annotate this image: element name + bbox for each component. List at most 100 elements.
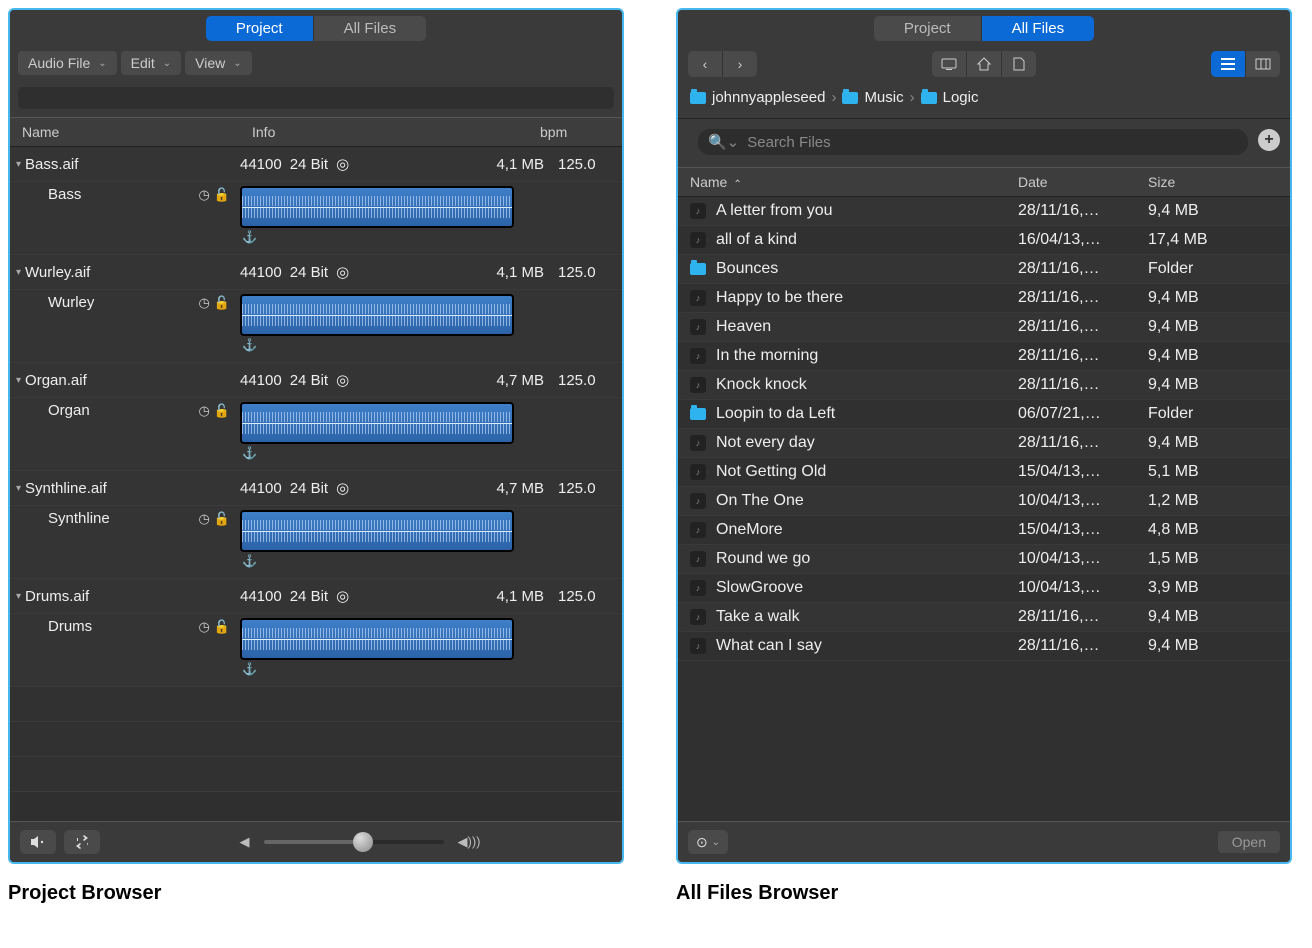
sample-rate: 44100 bbox=[240, 264, 282, 281]
preview-speaker-button[interactable] bbox=[20, 830, 56, 854]
col-date[interactable]: Date bbox=[1018, 174, 1148, 190]
bpm-value: 125.0 bbox=[552, 372, 622, 389]
view-toggle bbox=[1211, 51, 1280, 77]
region-row[interactable]: Synthline◷🔓⚓ bbox=[10, 506, 622, 579]
crumb-0[interactable]: johnnyappleseed bbox=[690, 89, 825, 106]
file-size: Folder bbox=[1148, 405, 1278, 423]
waveform[interactable] bbox=[240, 402, 514, 444]
table-row[interactable]: ▾Wurley.aif4410024 Bit◎4,1 MB125.0 bbox=[10, 255, 622, 290]
file-row[interactable]: ♪Take a walk28/11/16,…9,4 MB bbox=[678, 603, 1290, 632]
waveform[interactable] bbox=[240, 510, 514, 552]
file-name: Not Getting Old bbox=[716, 463, 826, 481]
logic-file-icon: ♪ bbox=[690, 203, 706, 219]
home-button[interactable] bbox=[967, 51, 1002, 77]
volume-slider[interactable] bbox=[264, 840, 444, 844]
region-name: Drums bbox=[16, 618, 92, 635]
disclosure-triangle-icon[interactable]: ▾ bbox=[16, 159, 21, 170]
waveform[interactable] bbox=[240, 186, 514, 228]
crumb-separator: › bbox=[831, 89, 836, 106]
clock-icon: ◷ bbox=[198, 187, 209, 203]
history-nav: ‹ › bbox=[688, 51, 757, 77]
file-name: Take a walk bbox=[716, 608, 800, 626]
disclosure-triangle-icon[interactable]: ▾ bbox=[16, 375, 21, 386]
file-row[interactable]: ♪Not Getting Old15/04/13,…5,1 MB bbox=[678, 458, 1290, 487]
loop-button[interactable] bbox=[64, 830, 100, 854]
right-tabbar: Project All Files bbox=[678, 10, 1290, 45]
region-row[interactable]: Drums◷🔓⚓ bbox=[10, 614, 622, 687]
file-date: 28/11/16,… bbox=[1018, 434, 1148, 452]
file-row[interactable]: ♪On The One10/04/13,…1,2 MB bbox=[678, 487, 1290, 516]
file-date: 28/11/16,… bbox=[1018, 608, 1148, 626]
view-menu[interactable]: View ⌄ bbox=[185, 51, 251, 75]
file-row[interactable]: ♪In the morning28/11/16,…9,4 MB bbox=[678, 342, 1290, 371]
computer-button[interactable] bbox=[932, 51, 967, 77]
clock-icon: ◷ bbox=[198, 619, 209, 635]
file-row[interactable]: ♪all of a kind16/04/13,…17,4 MB bbox=[678, 226, 1290, 255]
table-row[interactable]: ▾Bass.aif4410024 Bit◎4,1 MB125.0 bbox=[10, 147, 622, 182]
col-size[interactable]: Size bbox=[1148, 174, 1278, 190]
list-view-button[interactable] bbox=[1211, 51, 1246, 77]
search-placeholder: Search Files bbox=[747, 134, 830, 151]
tab-project[interactable]: Project bbox=[874, 16, 982, 41]
file-size: 9,4 MB bbox=[1148, 202, 1278, 220]
volume-max-icon: ◀))) bbox=[458, 834, 481, 850]
file-row[interactable]: ♪OneMore15/04/13,…4,8 MB bbox=[678, 516, 1290, 545]
action-menu-button[interactable]: ⊙ ⌄ bbox=[688, 830, 728, 854]
chevron-down-icon: ⌄ bbox=[163, 58, 171, 69]
project-search-strip[interactable] bbox=[18, 87, 614, 109]
folder-icon bbox=[690, 408, 706, 420]
file-size: 9,4 MB bbox=[1148, 434, 1278, 452]
audio-file-menu[interactable]: Audio File ⌄ bbox=[18, 51, 117, 75]
open-button[interactable]: Open bbox=[1218, 831, 1280, 853]
tab-all-files[interactable]: All Files bbox=[982, 16, 1095, 41]
files-table-header: Name⌃ Date Size bbox=[678, 167, 1290, 197]
file-row[interactable]: ♪SlowGroove10/04/13,…3,9 MB bbox=[678, 574, 1290, 603]
table-row[interactable]: ▾Organ.aif4410024 Bit◎4,7 MB125.0 bbox=[10, 363, 622, 398]
col-bpm[interactable]: bpm bbox=[540, 124, 610, 140]
file-row[interactable]: ♪Round we go10/04/13,…1,5 MB bbox=[678, 545, 1290, 574]
logic-file-icon: ♪ bbox=[690, 319, 706, 335]
logic-file-icon: ♪ bbox=[690, 551, 706, 567]
region-row[interactable]: Organ◷🔓⚓ bbox=[10, 398, 622, 471]
files-table-body: ♪A letter from you28/11/16,…9,4 MB♪all o… bbox=[678, 197, 1290, 821]
file-size: 4,8 MB bbox=[1148, 521, 1278, 539]
crumb-2[interactable]: Logic bbox=[921, 89, 979, 106]
waveform[interactable] bbox=[240, 294, 514, 336]
file-row[interactable]: ♪Happy to be there28/11/16,…9,4 MB bbox=[678, 284, 1290, 313]
back-button[interactable]: ‹ bbox=[688, 51, 723, 77]
col-name[interactable]: Name bbox=[22, 124, 252, 140]
file-row[interactable]: Loopin to da Left06/07/21,…Folder bbox=[678, 400, 1290, 429]
add-button[interactable]: + bbox=[1258, 129, 1280, 151]
file-row[interactable]: ♪A letter from you28/11/16,…9,4 MB bbox=[678, 197, 1290, 226]
table-row[interactable]: ▾Drums.aif4410024 Bit◎4,1 MB125.0 bbox=[10, 579, 622, 614]
tab-all-files[interactable]: All Files bbox=[314, 16, 427, 41]
file-row[interactable]: ♪Not every day28/11/16,…9,4 MB bbox=[678, 429, 1290, 458]
file-size: 9,4 MB bbox=[1148, 347, 1278, 365]
region-name: Synthline bbox=[16, 510, 110, 527]
places-nav bbox=[932, 51, 1036, 77]
region-name: Bass bbox=[16, 186, 81, 203]
forward-button[interactable]: › bbox=[723, 51, 757, 77]
col-info[interactable]: Info bbox=[252, 124, 540, 140]
disclosure-triangle-icon[interactable]: ▾ bbox=[16, 483, 21, 494]
project-folder-button[interactable] bbox=[1002, 51, 1036, 77]
search-input[interactable]: 🔍⌄ Search Files bbox=[698, 129, 1248, 155]
file-row[interactable]: ♪Knock knock28/11/16,…9,4 MB bbox=[678, 371, 1290, 400]
table-row[interactable]: ▾Synthline.aif4410024 Bit◎4,7 MB125.0 bbox=[10, 471, 622, 506]
col-name[interactable]: Name⌃ bbox=[690, 174, 1018, 190]
disclosure-triangle-icon[interactable]: ▾ bbox=[16, 591, 21, 602]
project-dropdown-toolbar: Audio File ⌄ Edit ⌄ View ⌄ bbox=[10, 45, 622, 81]
edit-menu[interactable]: Edit ⌄ bbox=[121, 51, 182, 75]
file-row[interactable]: ♪Heaven28/11/16,…9,4 MB bbox=[678, 313, 1290, 342]
bit-depth: 24 Bit bbox=[290, 480, 328, 497]
waveform[interactable] bbox=[240, 618, 514, 660]
file-row[interactable]: ♪What can I say28/11/16,…9,4 MB bbox=[678, 632, 1290, 661]
region-row[interactable]: Wurley◷🔓⚓ bbox=[10, 290, 622, 363]
column-view-button[interactable] bbox=[1246, 51, 1280, 77]
file-name: Happy to be there bbox=[716, 289, 843, 307]
crumb-1[interactable]: Music bbox=[842, 89, 903, 106]
file-row[interactable]: Bounces28/11/16,…Folder bbox=[678, 255, 1290, 284]
region-row[interactable]: Bass◷🔓⚓ bbox=[10, 182, 622, 255]
disclosure-triangle-icon[interactable]: ▾ bbox=[16, 267, 21, 278]
tab-project[interactable]: Project bbox=[206, 16, 314, 41]
